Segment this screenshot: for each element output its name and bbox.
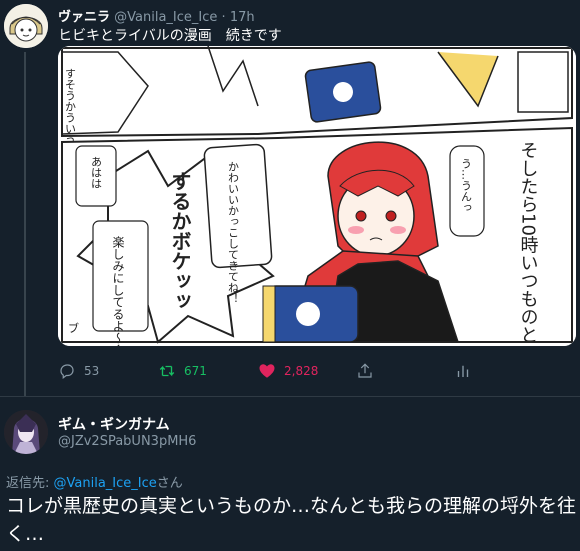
reply-to-handle-link[interactable]: @Vanila_Ice_Ice — [54, 476, 157, 491]
share-button[interactable] — [356, 362, 382, 380]
tweet-header: ヴァニラ @Vanila_Ice_Ice · 17h — [58, 6, 255, 25]
panel-text-top: すそうかういう — [64, 68, 77, 145]
author-name[interactable]: ヴァニラ — [58, 10, 110, 25]
reply-author-name[interactable]: ギム・ギンガナム — [58, 414, 170, 434]
reply-to-line: 返信先: @Vanila_Ice_Iceさん — [6, 472, 183, 491]
panel-text-bu: ブ — [68, 321, 79, 335]
heart-icon — [259, 364, 275, 378]
reply-icon — [60, 364, 74, 379]
reply-author-handle[interactable]: @JZv2SPabUN3pMH6 — [58, 434, 196, 449]
like-button[interactable]: 2,828 — [258, 362, 318, 380]
tweet-text: ヒビキとライバルの漫画 続きです — [58, 28, 282, 44]
reply-text: コレが黒歴史の真実というものか…なんとも我らの理解の埒外を往く… — [6, 495, 577, 545]
panel-text-cute: かわいいかっこしてきてね！ — [227, 161, 240, 304]
author-avatar[interactable] — [4, 4, 48, 48]
reply-button[interactable]: 53 — [58, 362, 99, 380]
author-handle[interactable]: @Vanila_Ice_Ice — [114, 10, 217, 25]
share-icon — [358, 363, 372, 378]
analytics-icon — [457, 365, 469, 377]
panel-text-yes: う…うんっ — [460, 158, 473, 213]
panel-text-lookforward: 楽しみにしてるよ〜〜〜！ — [111, 236, 125, 346]
retweet-icon — [159, 365, 175, 377]
panel-text-shout: するかボケッッ — [168, 171, 192, 311]
reply-count: 53 — [84, 364, 100, 378]
panel-text-soshitara: そしたら10時いつものとこね — [518, 141, 539, 346]
manga-image[interactable]: すそうかういう するかボケッッ かわいいかっこしてきてね！ あはは 楽しみにして… — [58, 46, 576, 346]
retweet-count: 671 — [184, 364, 207, 378]
retweet-button[interactable]: 671 — [158, 362, 207, 380]
dot-separator: · — [221, 10, 226, 25]
tweet-time[interactable]: 17h — [230, 10, 255, 25]
tweet-actions: 53 671 2,828 — [58, 362, 528, 382]
reply-to-suffix: さん — [156, 476, 183, 491]
thread-line — [24, 52, 26, 397]
panel-text-laugh: あはは — [90, 156, 103, 189]
divider — [0, 396, 580, 397]
reply-author-avatar[interactable] — [4, 410, 48, 454]
reply-to-label: 返信先: — [6, 476, 54, 491]
like-count: 2,828 — [284, 364, 319, 378]
analytics-button[interactable] — [454, 362, 480, 380]
